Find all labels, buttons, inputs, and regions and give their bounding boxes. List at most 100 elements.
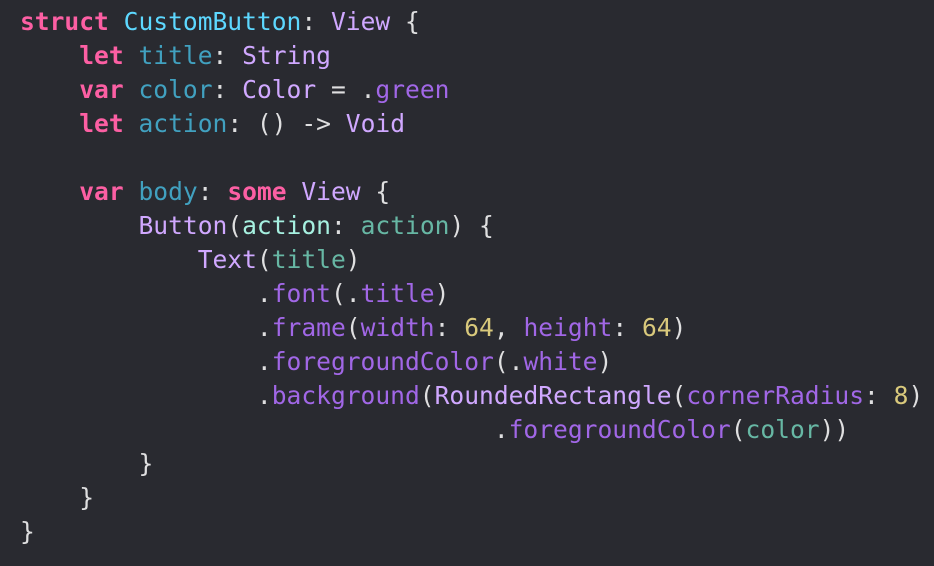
code-line[interactable]: } [20, 481, 923, 515]
code-token-num: 64 [641, 313, 672, 342]
code-token-plain: } [20, 483, 95, 512]
code-token-member: width [360, 313, 435, 342]
code-token-plain: : () -> [227, 109, 346, 138]
code-line[interactable]: .background(RoundedRectangle(cornerRadiu… [20, 379, 923, 413]
code-token-type: Button [138, 211, 228, 240]
code-token-plain: : [612, 313, 642, 342]
code-token-prop: title [138, 41, 213, 70]
code-token-member: cornerRadius [686, 381, 865, 410]
code-token-member: title [360, 279, 435, 308]
code-token-plain: ) [345, 245, 361, 274]
code-token-plain: ( [227, 211, 243, 240]
code-line[interactable]: var body: some View { [20, 175, 923, 209]
code-token-member: height [523, 313, 613, 342]
code-token-kw: some [227, 177, 287, 206]
code-token-plain: ( [671, 381, 687, 410]
code-line[interactable]: .foregroundColor(.white) [20, 345, 923, 379]
code-token-plain: { [360, 177, 391, 206]
code-token-plain: ( [419, 381, 435, 410]
code-line[interactable]: let action: () -> Void [20, 107, 923, 141]
code-token-member: white [523, 347, 598, 376]
code-token-type: View [301, 177, 361, 206]
code-line[interactable]: Text(title) [20, 243, 923, 277]
code-token-plain: : [212, 41, 243, 70]
code-token-plain: ) [434, 279, 450, 308]
code-token-plain: { [390, 7, 420, 36]
code-token-plain: : [197, 177, 228, 206]
code-line[interactable]: var color: Color = .green [20, 73, 923, 107]
code-token-plain: , [493, 313, 524, 342]
code-token-kw: struct [20, 7, 109, 36]
code-token-type: View [330, 7, 391, 36]
code-token-type: RoundedRectangle [434, 381, 672, 410]
code-token-decl: CustomButton [123, 7, 302, 36]
code-token-plain: = . [316, 75, 376, 104]
code-token-kw: var [79, 75, 124, 104]
code-line[interactable]: .frame(width: 64, height: 64) [20, 311, 923, 345]
code-line[interactable]: let title: String [20, 39, 923, 73]
code-token-plain: ( [345, 313, 361, 342]
code-token-member: frame [271, 313, 346, 342]
code-line[interactable]: Button(action: action) { [20, 209, 923, 243]
code-editor[interactable]: struct CustomButton: View { let title: S… [20, 5, 923, 549]
code-token-plain: . [20, 279, 272, 308]
code-token-plain: (. [493, 347, 524, 376]
code-token-plain: : [434, 313, 465, 342]
code-token-member: green [375, 75, 450, 104]
code-line[interactable]: } [20, 447, 923, 481]
code-token-member: font [271, 279, 331, 308]
code-token-member: foregroundColor [271, 347, 494, 376]
code-token-plain: ( [256, 245, 272, 274]
code-token-plain: . [20, 415, 509, 444]
code-token-plain: ) [671, 313, 687, 342]
code-token-plain: )) [819, 415, 850, 444]
code-token-type: Text [197, 245, 257, 274]
code-token-ref: color [745, 415, 820, 444]
code-token-type: Color [242, 75, 317, 104]
code-token-member: foregroundColor [508, 415, 731, 444]
code-line[interactable]: .font(.title) [20, 277, 923, 311]
code-token-prop: action [138, 109, 228, 138]
code-token-type: Void [345, 109, 406, 138]
code-token-plain: : [212, 75, 243, 104]
code-line[interactable]: struct CustomButton: View { [20, 5, 923, 39]
code-token-type: String [242, 41, 331, 70]
code-token-kw: var [79, 177, 124, 206]
code-token-plain: . [20, 381, 272, 410]
code-token-plain: . [20, 313, 272, 342]
code-token-prop: color [138, 75, 213, 104]
code-token-plain: } [20, 517, 35, 546]
code-token-ref: title [271, 245, 346, 274]
code-token-plain: : [330, 211, 361, 240]
code-token-ref: action [360, 211, 450, 240]
code-token-plain: ) [597, 347, 613, 376]
code-token-label: action [242, 211, 331, 240]
code-token-prop: body [138, 177, 198, 206]
code-token-plain: . [20, 347, 272, 376]
code-token-num: 64 [464, 313, 494, 342]
code-token-plain: : [301, 7, 331, 36]
code-token-num: 8 [893, 381, 909, 410]
code-token-plain: (. [330, 279, 361, 308]
code-token-kw: let [79, 109, 124, 138]
code-token-plain: } [20, 449, 154, 478]
code-token-kw: let [79, 41, 124, 70]
code-token-member: background [271, 381, 420, 410]
code-line[interactable]: } [20, 515, 923, 549]
code-token-plain: ( [730, 415, 746, 444]
code-line[interactable]: .foregroundColor(color)) [20, 413, 923, 447]
code-line[interactable] [20, 141, 923, 175]
code-token-plain: ) [908, 381, 924, 410]
